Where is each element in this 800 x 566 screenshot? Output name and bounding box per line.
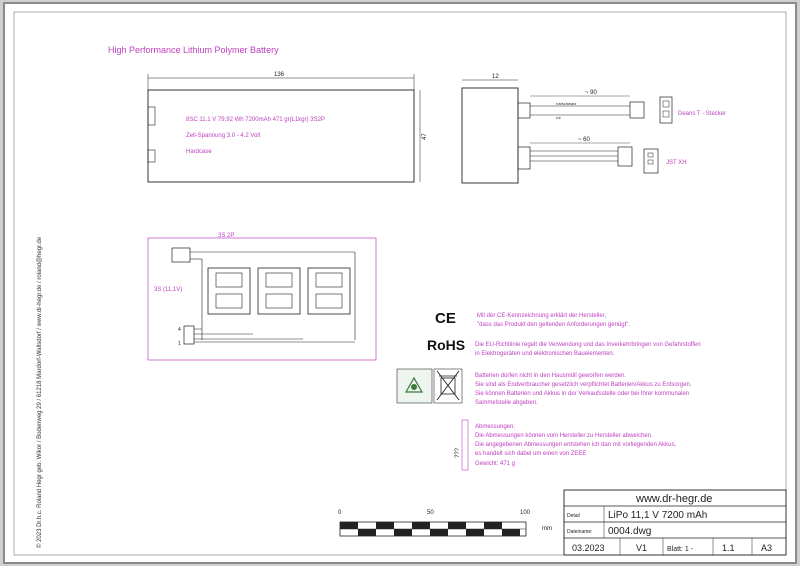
- title-sheet-label: Blatt: 1 -: [667, 546, 694, 553]
- title-version: V1: [636, 543, 647, 553]
- title-date: 03.2023: [572, 543, 605, 553]
- ce-text-1: Mit der CE-Kennzeichnung erklärt der Her…: [477, 313, 606, 319]
- disposal-text-4: Sammelstelle abgeben.: [475, 400, 538, 406]
- connector-top-label: Deans T - Stecker: [678, 111, 726, 117]
- title-file-label: Dateiname:: [567, 529, 593, 535]
- rohs-text-1: Die EU-Richtlinie regelt die Verwendung …: [475, 342, 701, 348]
- ce-logo: CE: [435, 310, 456, 327]
- scale-label-50: 50: [427, 510, 434, 516]
- dim-depth: 12: [492, 74, 499, 80]
- title-format: A3: [761, 543, 772, 553]
- disposal-text-3: Sie können Batterien und Akkus in der Ve…: [475, 391, 689, 397]
- title-file-value: 0004.dwg: [608, 526, 651, 537]
- ce-text-2: "dass das Produkt den geltenden Anforder…: [477, 322, 630, 328]
- dims-text-1: Abmessungen:: [475, 424, 515, 430]
- paper: [3, 2, 797, 564]
- rohs-text-2: in Elektrogeräten und elektronischen Bau…: [475, 351, 615, 357]
- wire-red: rot/schwarz: [556, 101, 576, 106]
- disposal-text-1: Batterien dürfen nicht in den Hausmüll g…: [475, 373, 626, 379]
- dim-length: 136: [274, 72, 285, 78]
- title-desc-value: LiPo 11,1 V 7200 mAh: [608, 510, 707, 521]
- dim-lead-top: ~ 90: [585, 90, 598, 96]
- drawing-sheet: © 2023 Dr.h.c. Roland Hegr geb. Wikor / …: [3, 2, 797, 564]
- drawing-title: High Performance Lithium Polymer Battery: [108, 45, 279, 55]
- scale-label-100: 100: [520, 510, 531, 516]
- title-website: www.dr-hegr.de: [635, 493, 712, 505]
- dims-text-5: Gewicht: 471 g: [475, 461, 515, 467]
- dims-text-3: Die angegebenen Abmessungen entstehen ic…: [475, 442, 676, 448]
- disposal-text-2: Sie sind als Endverbraucher gesetzlich v…: [475, 382, 692, 388]
- spec-line: 8SC 11.1 V 79.92 Wh 7200mAh 471 gr(L1kgr…: [186, 117, 325, 123]
- title-desc-label: Detail: [567, 513, 580, 519]
- case-type: Hardcase: [186, 149, 212, 155]
- connector-bottom-label: JST XH: [666, 160, 687, 166]
- side-vertical-text: © 2023 Dr.h.c. Roland Hegr geb. Wikor / …: [36, 236, 43, 548]
- circuit-pin-1: 1: [178, 341, 181, 347]
- circuit-label-left: 3S (11,1V): [154, 287, 182, 293]
- circuit-pin-4: 4: [178, 327, 181, 333]
- title-sheet-count: 1.1: [722, 543, 735, 553]
- dim-lead-bottom: ~ 60: [578, 137, 591, 143]
- dims-text-4: es handelt sich dabei um einen von ZEEE: [475, 451, 586, 457]
- cell-voltage: Zell-Spannung 3.0 - 4.2 Volt: [186, 133, 261, 139]
- circuit-label-top: 3S 2P: [218, 233, 234, 239]
- scale-unit: mm: [542, 526, 552, 532]
- crossed-bin-icon: [433, 368, 463, 404]
- recycling-icon: [396, 368, 433, 404]
- dims-text-2: Die Abmessungen können vom Hersteller zu…: [475, 433, 653, 439]
- dim-height: 47: [422, 133, 428, 140]
- question-mark: ???: [455, 447, 461, 458]
- title-block: www.dr-hegr.de Detail LiPo 11,1 V 7200 m…: [563, 489, 787, 556]
- rohs-logo: RoHS: [427, 337, 465, 353]
